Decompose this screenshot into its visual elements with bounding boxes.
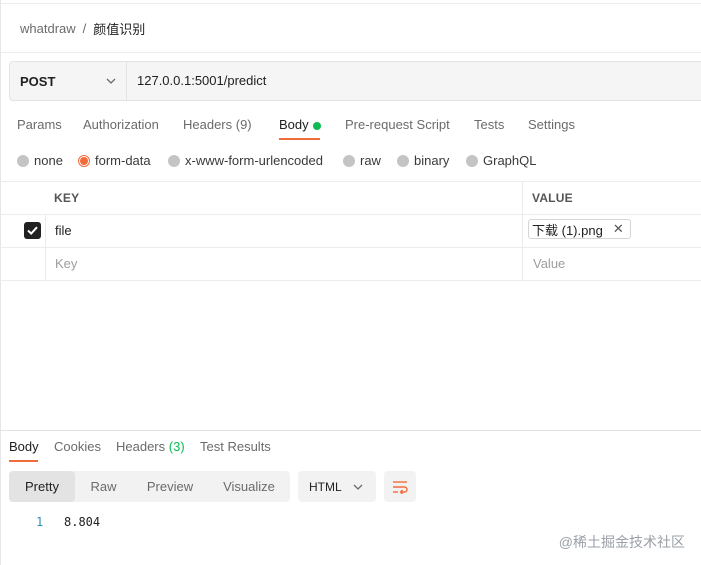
active-response-tab-underline [9,460,38,462]
table-top-border [0,181,701,182]
tab-headers[interactable]: Headers (9) [183,117,252,132]
tab-body[interactable]: Body [279,117,309,132]
wrap-lines-button[interactable] [384,471,416,502]
response-body-text: 8.804 [64,515,101,529]
radio-binary[interactable]: binary [397,153,449,168]
radio-raw[interactable]: raw [343,153,381,168]
breadcrumb-workspace[interactable]: whatdraw [20,21,76,36]
radio-x-www-form-urlencoded[interactable]: x-www-form-urlencoded [168,153,323,168]
window-border [0,0,1,565]
key-column-header: KEY [54,191,80,205]
radio-button [168,154,180,167]
radio-label: binary [414,153,450,168]
tab-settings[interactable]: Settings [528,117,575,132]
radio-label: raw [360,153,381,168]
radio-label: form-data [95,153,151,168]
view-mode-group: Pretty Raw Preview Visualize [9,471,290,502]
radio-label: x-www-form-urlencoded [185,153,323,168]
url-input[interactable]: 127.0.0.1:5001/predict [137,73,266,88]
radio-form-data[interactable]: form-data [78,153,151,168]
close-icon[interactable]: ✕ [613,221,624,237]
value-column-header: VALUE [532,191,573,205]
table-row-border [0,247,701,248]
chevron-down-icon [353,484,363,490]
file-chip[interactable]: 下载 (1).png ✕ [528,219,631,239]
row-enabled-checkbox[interactable] [24,222,41,239]
breadcrumb-separator: / [82,20,87,36]
radio-none[interactable]: none [17,153,63,168]
active-tab-underline [279,138,320,140]
response-tab-body[interactable]: Body [9,439,39,454]
tab-params[interactable]: Params [17,117,62,132]
response-divider [0,430,701,431]
response-headers-label: Headers [116,439,166,454]
method-select[interactable]: POST [10,62,127,100]
table-column-divider [522,181,523,280]
preview-button[interactable]: Preview [132,471,208,502]
radio-label: none [34,153,63,168]
format-select[interactable]: HTML [298,471,376,502]
new-key-input[interactable]: Key [55,256,77,271]
new-value-input[interactable]: Value [533,256,565,271]
request-name[interactable]: 颜值识别 [93,19,145,38]
top-divider [0,3,701,4]
tab-tests[interactable]: Tests [474,117,504,132]
checkmark-icon [27,226,38,236]
radio-button [397,154,409,167]
chevron-down-icon [106,78,116,84]
body-modified-indicator [313,122,321,130]
table-column-divider [45,214,46,280]
header-divider [0,52,701,53]
response-tab-test-results[interactable]: Test Results [200,439,271,454]
radio-button [466,154,478,167]
watermark: @稀土掘金技术社区 [558,534,685,550]
url-bar: POST 127.0.0.1:5001/predict [9,61,701,101]
radio-graphql[interactable]: GraphQL [466,153,536,168]
file-name: 下载 (1).png [532,222,603,238]
radio-button [343,154,355,167]
tab-authorization[interactable]: Authorization [83,117,159,132]
visualize-button[interactable]: Visualize [208,471,290,502]
format-label: HTML [309,479,342,494]
pretty-button[interactable]: Pretty [9,471,75,502]
radio-label: GraphQL [483,153,537,168]
response-tab-cookies[interactable]: Cookies [54,439,101,454]
tab-pre-request-script[interactable]: Pre-request Script [345,117,450,132]
line-number: 1 [36,515,44,529]
table-bottom-border [0,280,701,281]
response-tab-headers[interactable]: Headers (3) [116,439,185,454]
breadcrumb: whatdraw / 颜值识别 [20,19,145,38]
table-header-border [0,214,701,215]
wrap-lines-icon [393,480,408,494]
row-key-input[interactable]: file [55,223,72,238]
radio-button-checked [78,154,90,167]
radio-button [17,154,29,167]
raw-button[interactable]: Raw [75,471,132,502]
method-label: POST [20,73,56,89]
response-headers-count: (3) [168,439,185,454]
